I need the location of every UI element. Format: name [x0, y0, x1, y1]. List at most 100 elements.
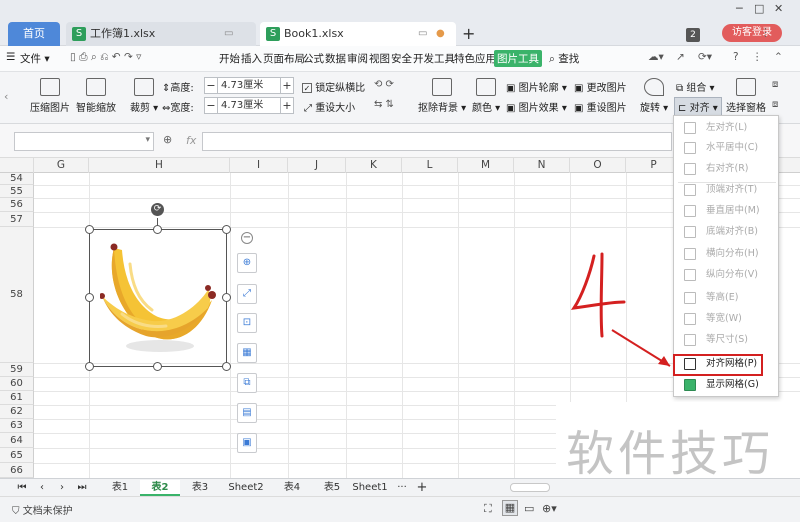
resize-handle-bottom-right[interactable]: [222, 362, 231, 371]
row-header[interactable]: 54: [0, 173, 34, 185]
copy-picture-icon[interactable]: ⧉: [237, 373, 257, 393]
picture-outline-button[interactable]: ▣ 图片轮廓 ▾: [506, 79, 567, 94]
menu-formula[interactable]: 公式: [303, 51, 324, 66]
crop-tool-icon[interactable]: ⊡: [237, 313, 257, 333]
row-header[interactable]: 56: [0, 198, 34, 212]
compress-picture-button[interactable]: 压缩图片: [30, 78, 70, 114]
sync-icon[interactable]: ⟳▾: [698, 51, 712, 63]
picture-effect-button[interactable]: ▣ 图片效果 ▾: [506, 99, 567, 114]
formula-input[interactable]: [202, 132, 672, 151]
sheet-tab[interactable]: 表5: [312, 480, 352, 496]
horizontal-scrollbar[interactable]: [510, 483, 550, 492]
row-header[interactable]: 59: [0, 363, 34, 377]
lock-ratio-checkbox[interactable]: ✓ 锁定纵横比: [302, 79, 365, 94]
more-sheets-button[interactable]: ···: [392, 480, 412, 496]
search-button[interactable]: ⌕ 查找: [549, 51, 579, 66]
sheet-tab[interactable]: 表4: [272, 480, 312, 496]
menu-security[interactable]: 安全: [391, 51, 412, 66]
column-header[interactable]: M: [458, 158, 514, 173]
row-header[interactable]: 66: [0, 463, 34, 478]
height-input[interactable]: 4.73厘米: [217, 77, 281, 94]
sheet-tab-active[interactable]: 表2: [140, 480, 180, 496]
reset-size-button[interactable]: ⤢ 重设大小: [304, 99, 355, 114]
focus-mode-icon[interactable]: ⛶: [484, 502, 492, 516]
collapse-tools-icon[interactable]: −: [241, 232, 253, 244]
add-sheet-button[interactable]: +: [414, 480, 430, 496]
image-to-text-icon[interactable]: ▤: [237, 403, 257, 423]
menu-page-layout[interactable]: 页面布局: [263, 51, 305, 66]
layer-up-icon[interactable]: ⧈: [772, 79, 778, 90]
height-increase-button[interactable]: +: [280, 77, 294, 94]
row-header[interactable]: 57: [0, 212, 34, 227]
zoom-search-icon[interactable]: ⊕: [163, 133, 172, 146]
column-header[interactable]: K: [346, 158, 402, 173]
menu-data[interactable]: 数据: [325, 51, 346, 66]
page-break-view-icon[interactable]: ⊕▾: [542, 502, 557, 515]
row-header[interactable]: 62: [0, 405, 34, 419]
reset-picture-button[interactable]: ▣ 重设图片: [574, 99, 627, 114]
resize-handle-bottom[interactable]: [153, 362, 162, 371]
menu-item-show-grid[interactable]: 显示网格(G): [680, 375, 774, 395]
sheet-tab[interactable]: Sheet2: [222, 480, 270, 496]
ribbon-scroll-left-icon[interactable]: ‹: [4, 90, 8, 103]
more-menu-icon[interactable]: ⋮: [752, 51, 763, 63]
row-header[interactable]: 63: [0, 419, 34, 433]
monitor-icon[interactable]: ▭: [224, 22, 233, 46]
resize-handle-top-left[interactable]: [85, 225, 94, 234]
doc-protection-status[interactable]: ⛉ 文档未保护: [12, 502, 73, 517]
column-header[interactable]: G: [34, 158, 89, 173]
cloud-icon[interactable]: ☁▾: [648, 51, 664, 63]
prev-sheet-icon[interactable]: ‹: [36, 480, 48, 496]
resize-handle-top-right[interactable]: [222, 225, 231, 234]
quick-access-icons[interactable]: ▯ ⎙ ⌕ ⎌ ↶ ↷ ▿: [70, 51, 141, 64]
menu-developer[interactable]: 开发工具: [413, 51, 455, 66]
height-decrease-button[interactable]: −: [204, 77, 218, 94]
first-sheet-icon[interactable]: ⏮: [16, 480, 28, 496]
width-input[interactable]: 4.73厘米: [217, 97, 281, 114]
maximize-icon[interactable]: □: [754, 2, 764, 15]
menu-special[interactable]: 特色应用: [454, 51, 496, 66]
crop-button[interactable]: 裁剪 ▾: [130, 78, 158, 114]
color-button[interactable]: 颜色 ▾: [472, 78, 500, 114]
help-icon[interactable]: ?: [733, 51, 739, 63]
tab-workbook1[interactable]: S 工作簿1.xlsx ▭: [66, 22, 256, 46]
tab-book1[interactable]: S Book1.xlsx ▭ ●: [260, 22, 456, 46]
normal-view-icon[interactable]: ▦: [502, 500, 518, 516]
select-all-corner[interactable]: [0, 158, 34, 173]
collapse-ribbon-icon[interactable]: ⌃: [774, 51, 783, 63]
width-decrease-button[interactable]: −: [204, 97, 218, 114]
change-picture-button[interactable]: ▣ 更改图片: [574, 79, 627, 94]
resize-handle-top[interactable]: [153, 225, 162, 234]
next-sheet-icon[interactable]: ›: [56, 480, 68, 496]
name-box[interactable]: ▾: [14, 132, 154, 151]
close-icon[interactable]: ✕: [774, 2, 783, 15]
row-header[interactable]: 65: [0, 448, 34, 463]
zoom-in-icon[interactable]: ⊕: [237, 253, 257, 273]
remove-bg-button[interactable]: 抠除背景 ▾: [418, 78, 466, 114]
smart-zoom-button[interactable]: 智能缩放: [76, 78, 116, 114]
smart-crop-icon[interactable]: ⤢: [237, 284, 257, 304]
file-menu[interactable]: 文件 ▾: [20, 51, 50, 66]
column-header[interactable]: J: [288, 158, 346, 173]
guest-login-button[interactable]: 访客登录: [722, 24, 782, 42]
picture-effect-icon[interactable]: ▣: [237, 433, 257, 453]
compress-tool-icon[interactable]: ▦: [237, 343, 257, 363]
share-icon[interactable]: ↗: [676, 51, 685, 63]
row-header[interactable]: 64: [0, 433, 34, 448]
sheet-tab[interactable]: 表1: [100, 480, 140, 496]
group-button[interactable]: ⧉ 组合 ▾: [676, 79, 715, 94]
row-header[interactable]: 60: [0, 377, 34, 391]
align-button[interactable]: ⊏ 对齐 ▾: [674, 97, 722, 116]
menu-insert[interactable]: 插入: [241, 51, 262, 66]
home-tab[interactable]: 首页: [8, 22, 60, 46]
resize-handle-left[interactable]: [85, 293, 94, 302]
chevron-down-icon[interactable]: ▾: [145, 135, 150, 145]
fx-icon[interactable]: fx: [186, 134, 196, 147]
column-header[interactable]: I: [230, 158, 288, 173]
rotate-handle-icon[interactable]: ⟳: [151, 203, 164, 216]
rotate-icons[interactable]: ⟲ ⟳: [374, 79, 394, 90]
last-sheet-icon[interactable]: ⏭: [76, 480, 88, 496]
sheet-tab[interactable]: 表3: [180, 480, 220, 496]
picture-selection-frame[interactable]: [89, 229, 227, 367]
menu-view[interactable]: 视图: [369, 51, 390, 66]
